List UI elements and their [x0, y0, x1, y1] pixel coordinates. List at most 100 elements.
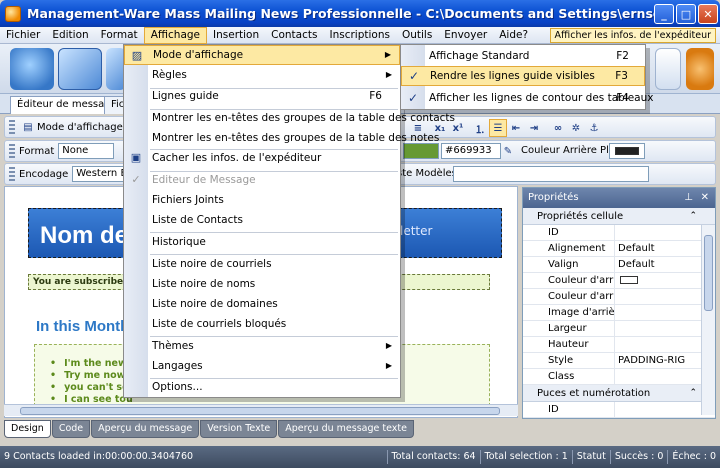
- menu-item-blocked-emails[interactable]: Liste de courriels bloqués: [124, 314, 400, 334]
- group-cell-properties[interactable]: Propriétés cellule ⌃: [523, 208, 715, 225]
- link-icon[interactable]: ∞: [549, 119, 567, 137]
- page-icon[interactable]: [655, 48, 681, 90]
- menu-format[interactable]: Format: [95, 27, 144, 44]
- toolbar-grip[interactable]: [9, 120, 15, 134]
- encoding-select[interactable]: Western Euro: [72, 166, 129, 182]
- menu-aide[interactable]: Aide?: [493, 27, 534, 44]
- menu-item-name-blacklist[interactable]: Liste noire de noms: [124, 274, 400, 294]
- title-bar[interactable]: Management-Ware Mass Mailing News Profes…: [0, 0, 720, 27]
- menu-item-contact-list[interactable]: Liste de Contacts: [124, 210, 400, 230]
- menu-insertion[interactable]: Insertion: [207, 27, 265, 44]
- horizontal-scrollbar[interactable]: [4, 404, 518, 416]
- menu-contacts[interactable]: Contacts: [265, 27, 323, 44]
- tab-code[interactable]: Code: [51, 420, 91, 438]
- menu-item-attachments[interactable]: Fichiers Joints: [124, 190, 400, 210]
- list-item: Try me now: [50, 370, 125, 381]
- menu-item-view-mode[interactable]: ▨ Mode d'affichage ▶: [124, 45, 400, 65]
- menu-item-notes-group-headers[interactable]: Montrer les en-têtes des groupes de la t…: [124, 128, 439, 148]
- menu-item-label: Cacher les infos. de l'expéditeur: [152, 152, 322, 164]
- property-value[interactable]: PADDING-RIGHT...: [615, 353, 685, 368]
- tab-text-version[interactable]: Version Texte: [200, 420, 278, 438]
- properties-scroll-thumb[interactable]: [704, 235, 713, 311]
- format-select[interactable]: None: [58, 143, 115, 159]
- menu-item-show-guidelines[interactable]: ✓ Rendre les lignes guide visibles F3: [401, 66, 645, 86]
- numbered-list-icon[interactable]: ⒈: [471, 119, 489, 137]
- view-mode-button[interactable]: Mode d'affichage: [37, 122, 123, 133]
- menu-item-hide-sender-info[interactable]: ▣ Cacher les infos. de l'expéditeur: [124, 148, 400, 168]
- maximize-button[interactable]: □: [676, 4, 696, 24]
- menu-item-domain-blacklist[interactable]: Liste noire de domaines: [124, 294, 400, 314]
- back-color-picker[interactable]: [609, 143, 645, 159]
- property-value[interactable]: [615, 289, 685, 304]
- property-row[interactable]: Valign Default: [523, 257, 715, 273]
- menu-affichage[interactable]: Affichage: [143, 26, 208, 44]
- property-value[interactable]: [615, 337, 685, 352]
- unlink-icon[interactable]: ✲: [567, 119, 585, 137]
- pin-icon[interactable]: ⊥: [684, 188, 693, 208]
- menu-item-message-editor[interactable]: ✓ Editeur de Message: [124, 170, 400, 190]
- menu-item-shortcut: F2: [616, 50, 629, 62]
- property-row[interactable]: Alignement Default: [523, 241, 715, 257]
- color-hex-input[interactable]: #669933: [441, 143, 501, 159]
- indent-icon[interactable]: ⇥: [525, 119, 543, 137]
- property-row[interactable]: Class: [523, 369, 715, 385]
- collapse-icon[interactable]: ⌃: [689, 208, 697, 225]
- menu-edition[interactable]: Edition: [46, 27, 94, 44]
- property-row[interactable]: Hauteur: [523, 337, 715, 353]
- property-value[interactable]: [615, 369, 685, 384]
- menu-item-rules[interactable]: Règles ▶: [124, 65, 400, 85]
- toolbar-grip[interactable]: [9, 167, 15, 181]
- property-row[interactable]: Couleur d'arrière: [523, 289, 715, 305]
- menu-item-email-blacklist[interactable]: Liste noire de courriels: [124, 254, 400, 274]
- minimize-button[interactable]: _: [654, 4, 674, 24]
- close-button[interactable]: ✕: [698, 4, 718, 24]
- tab-message-preview[interactable]: Aperçu du message: [91, 420, 200, 438]
- menu-inscriptions[interactable]: Inscriptions: [323, 27, 395, 44]
- menu-outils[interactable]: Outils: [396, 27, 438, 44]
- collapse-icon[interactable]: ⌃: [689, 385, 697, 402]
- menu-item-languages[interactable]: Langages ▶: [124, 356, 400, 376]
- property-value[interactable]: Default: [615, 241, 685, 256]
- contacts-icon[interactable]: [10, 48, 54, 90]
- property-value[interactable]: [615, 225, 685, 240]
- anchor-icon[interactable]: ⚓: [585, 119, 603, 137]
- menu-item-options[interactable]: Options...: [124, 377, 400, 397]
- menu-item-table-outlines[interactable]: ✓ Afficher les lignes de contour des tab…: [401, 88, 653, 108]
- templates-select[interactable]: [453, 166, 649, 182]
- menu-fichier[interactable]: Fichier: [0, 27, 46, 44]
- eyedropper-icon[interactable]: ✎: [499, 142, 517, 160]
- property-value[interactable]: [615, 402, 685, 417]
- property-row[interactable]: Couleur d'arrière: [523, 273, 715, 289]
- bullet-list-icon[interactable]: ☰: [489, 119, 507, 137]
- horizontal-scroll-thumb[interactable]: [20, 407, 500, 415]
- property-value[interactable]: [615, 321, 685, 336]
- group-bullets-label: Puces et numérotation: [537, 388, 651, 399]
- property-row[interactable]: Largeur: [523, 321, 715, 337]
- toolbar-grip[interactable]: [9, 144, 15, 158]
- send-mail-icon[interactable]: [58, 48, 102, 90]
- property-value[interactable]: [615, 305, 685, 320]
- menu-item-contacts-group-headers[interactable]: Montrer les en-têtes des groupes de la t…: [124, 108, 455, 128]
- close-icon[interactable]: ✕: [701, 188, 709, 208]
- menu-item-guidelines[interactable]: Lignes guide F6: [124, 86, 400, 106]
- property-row[interactable]: StylePADDING-RIGHT...: [523, 353, 715, 369]
- properties-scrollbar[interactable]: [701, 225, 715, 415]
- help-icon[interactable]: [686, 48, 714, 90]
- group-bullets-numbering[interactable]: Puces et numérotation ⌃: [523, 385, 715, 402]
- tab-design[interactable]: Design: [4, 420, 51, 438]
- menu-envoyer[interactable]: Envoyer: [438, 27, 493, 44]
- show-sender-info-button[interactable]: Afficher les infos. de l'expéditeur: [549, 28, 716, 43]
- menu-item-standard-view[interactable]: Affichage Standard F2: [401, 46, 645, 66]
- property-row[interactable]: ID: [523, 225, 715, 241]
- property-row[interactable]: ID: [523, 402, 715, 418]
- outdent-icon[interactable]: ⇤: [507, 119, 525, 137]
- menu-item-label: Historique: [152, 236, 206, 248]
- menu-item-history[interactable]: Historique: [124, 232, 400, 252]
- menu-item-themes[interactable]: Thèmes ▶: [124, 336, 400, 356]
- property-value[interactable]: Default: [615, 257, 685, 272]
- newsletter-title: Nom de: [40, 222, 129, 249]
- property-value-color[interactable]: [615, 273, 685, 288]
- tab-text-preview[interactable]: Aperçu du message texte: [278, 420, 414, 438]
- menu-item-label: Fichiers Joints: [152, 194, 224, 206]
- property-row[interactable]: Image d'arrière p: [523, 305, 715, 321]
